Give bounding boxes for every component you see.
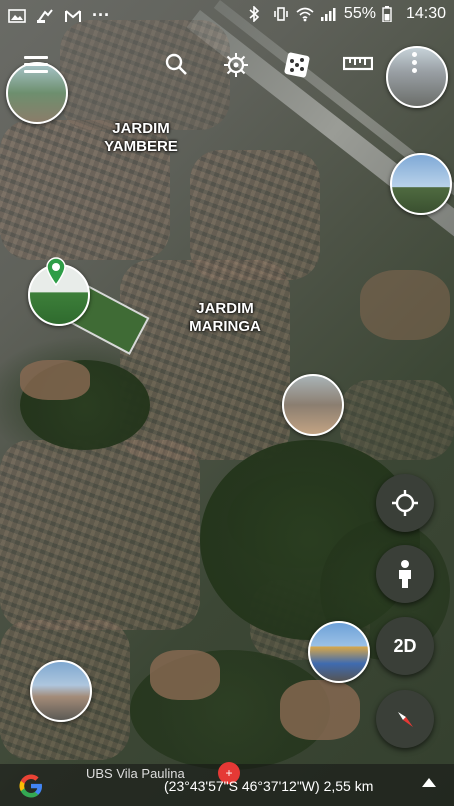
- battery-icon: [382, 6, 400, 23]
- urban-area: [0, 440, 200, 630]
- urban-area: [120, 260, 290, 460]
- construction-photo-thumbnail[interactable]: [282, 374, 344, 436]
- compass-button[interactable]: [376, 690, 434, 748]
- battery-percent: 55%: [343, 5, 376, 22]
- bottom-info-bar[interactable]: UBS Vila Paulina + (23°43'57"S 46°37'12"…: [0, 762, 454, 806]
- cell-signal-icon: [320, 6, 338, 22]
- place-label-jardim-maringa[interactable]: JARDIM MARINGA: [180, 300, 270, 336]
- view-mode-toggle[interactable]: 2D: [376, 617, 434, 675]
- view-mode-label: 2D: [393, 635, 417, 656]
- bluetooth-icon: [248, 5, 266, 23]
- urban-area: [60, 20, 230, 130]
- bare-ground: [150, 650, 220, 700]
- signal-cleaner-icon: [36, 8, 54, 24]
- measure-icon[interactable]: [342, 52, 374, 80]
- google-logo-icon[interactable]: [16, 771, 46, 801]
- map-pin-icon[interactable]: [45, 256, 67, 287]
- street-view-button[interactable]: [376, 545, 434, 603]
- bare-ground: [280, 680, 360, 740]
- city-view-photo-thumbnail[interactable]: [30, 660, 92, 722]
- crosshair-icon: [392, 490, 418, 516]
- locate-button[interactable]: [376, 474, 434, 532]
- place-label-jardim-yambere[interactable]: JARDIM YAMBERE: [96, 120, 186, 156]
- wifi-icon: [296, 6, 314, 22]
- expand-up-icon[interactable]: [422, 778, 436, 787]
- pegman-icon: [399, 560, 411, 588]
- sky-photo-thumbnail[interactable]: [390, 153, 452, 215]
- clock: 14:30: [405, 5, 446, 22]
- bare-ground: [20, 360, 90, 400]
- mural-photo-thumbnail[interactable]: [308, 621, 370, 683]
- overflow-notifications: ···: [92, 5, 110, 25]
- more-icon[interactable]: [412, 52, 418, 76]
- gmail-icon: [64, 8, 82, 24]
- menu-icon[interactable]: [24, 56, 48, 74]
- vibrate-icon: [272, 6, 290, 22]
- voyager-icon[interactable]: [222, 52, 250, 80]
- image-icon: [8, 8, 26, 24]
- feeling-lucky-icon[interactable]: [283, 52, 311, 80]
- status-bar: ··· 55% 14:30: [0, 0, 454, 30]
- bare-ground: [360, 270, 450, 340]
- compass-icon: [398, 712, 413, 727]
- coordinates-readout: (23°43'57"S 46°37'12"W) 2,55 km: [164, 778, 374, 794]
- search-icon[interactable]: [162, 52, 190, 80]
- urban-area: [340, 380, 454, 460]
